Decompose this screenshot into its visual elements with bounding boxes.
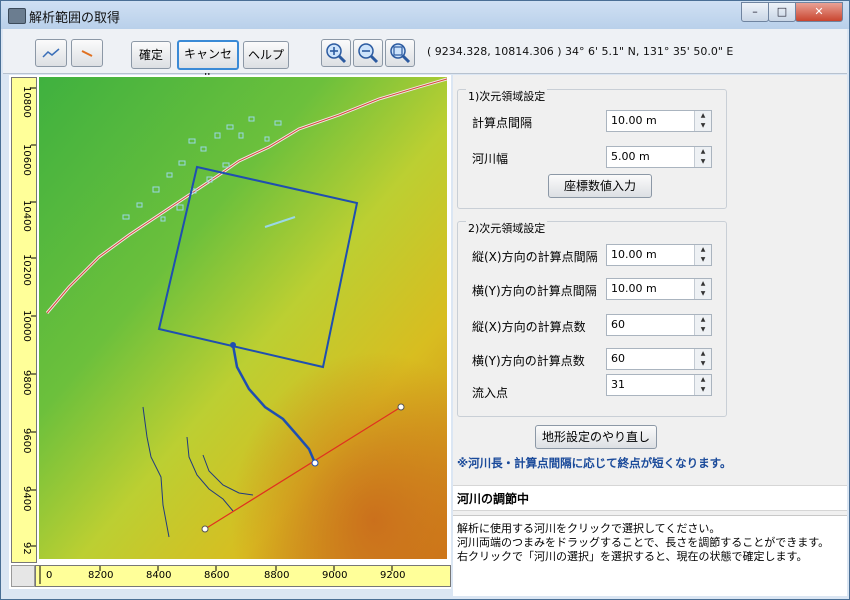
- help-text-box: 解析に使用する河川をクリックで選択してください。 河川両端のつまみをドラッグする…: [453, 515, 847, 596]
- spin-arrows-icon[interactable]: ▲ ▼: [694, 315, 711, 335]
- app-window: 解析範囲の取得 – □ ✕ 確定 キャンセル ヘルプ ( 9234.328, 1…: [0, 0, 850, 600]
- spin-arrows-icon[interactable]: ▲ ▼: [694, 279, 711, 299]
- zoom-in-icon: [326, 43, 347, 64]
- horizontal-ruler-ticks: [39, 566, 393, 584]
- zoom-out-button[interactable]: [353, 39, 383, 67]
- status-title-bar: 河川の調節中: [453, 485, 847, 511]
- y-count-spinbox[interactable]: 60 ▲ ▼: [606, 348, 712, 370]
- x-spacing-spinbox[interactable]: 10.00 m ▲ ▼: [606, 244, 712, 266]
- spacing-value: 10.00 m: [611, 114, 657, 127]
- inflow-label: 流入点: [472, 386, 509, 400]
- settings-panel: 1)次元領域設定 計算点間隔 10.00 m ▲ ▼ 河川幅 5.00 m ▲ ▼ …: [453, 75, 847, 596]
- title-bar: 解析範囲の取得 – □ ✕: [1, 1, 849, 29]
- app-icon: [8, 8, 26, 24]
- terrain-map[interactable]: [39, 77, 447, 559]
- close-button[interactable]: ✕: [795, 2, 843, 22]
- inflow-point[interactable]: [230, 342, 236, 348]
- status-title: 河川の調節中: [457, 492, 530, 506]
- help-line: 右クリックで「河川の選択」を選択すると、現在の状態で確定します。: [457, 550, 808, 563]
- zoom-in-button[interactable]: [321, 39, 351, 67]
- group-1d-title: 1)次元領域設定: [466, 88, 548, 104]
- x-count-value: 60: [611, 318, 625, 331]
- minimize-button[interactable]: –: [741, 2, 769, 22]
- help-button[interactable]: ヘルプ: [243, 41, 289, 69]
- width-value: 5.00 m: [611, 150, 650, 163]
- vertical-ruler-ticks: [31, 87, 36, 547]
- x-count-spinbox[interactable]: 60 ▲ ▼: [606, 314, 712, 336]
- spacing-spinbox[interactable]: 10.00 m ▲ ▼: [606, 110, 712, 132]
- y-spacing-value: 10.00 m: [611, 282, 657, 295]
- river-length-note: ※河川長・計算点間隔に応じて終点が短くなります。: [457, 456, 732, 470]
- group-1d-settings: 1)次元領域設定 計算点間隔 10.00 m ▲ ▼ 河川幅 5.00 m ▲ ▼ …: [457, 88, 727, 209]
- group-2d-title: 2)次元領域設定: [466, 220, 548, 236]
- inflow-value: 31: [611, 378, 625, 391]
- line-tool-button[interactable]: [35, 39, 67, 67]
- terrain-canvas: [39, 77, 447, 559]
- extent-end-handle[interactable]: [397, 403, 405, 411]
- inflow-spinbox[interactable]: 31 ▲ ▼: [606, 374, 712, 396]
- y-spacing-label: 横(Y)方向の計算点間隔: [472, 284, 597, 298]
- zoom-out-icon: [358, 43, 379, 64]
- river-tool-button[interactable]: [71, 39, 103, 67]
- coordinate-input-button[interactable]: 座標数値入力: [548, 174, 652, 198]
- y-count-value: 60: [611, 352, 625, 365]
- spin-arrows-icon[interactable]: ▲ ▼: [694, 111, 711, 131]
- x-spacing-value: 10.00 m: [611, 248, 657, 261]
- cancel-button[interactable]: キャンセル: [177, 40, 239, 85]
- spin-arrows-icon[interactable]: ▲ ▼: [694, 147, 711, 167]
- spin-arrows-icon[interactable]: ▲ ▼: [694, 245, 711, 265]
- x-count-label: 縦(X)方向の計算点数: [472, 320, 586, 334]
- spin-arrows-icon[interactable]: ▲ ▼: [694, 349, 711, 369]
- map-view: 10800 10600 10400 10200 10000 9800 9600 …: [9, 75, 451, 589]
- y-count-label: 横(Y)方向の計算点数: [472, 354, 585, 368]
- x-spacing-label: 縦(X)方向の計算点間隔: [472, 250, 598, 264]
- extent-start-handle[interactable]: [201, 525, 209, 533]
- ruler-corner: [11, 565, 35, 587]
- polyline-icon: [42, 48, 60, 58]
- elevation-highlight: [39, 77, 447, 559]
- y-spacing-spinbox[interactable]: 10.00 m ▲ ▼: [606, 278, 712, 300]
- spacing-label: 計算点間隔: [472, 116, 533, 130]
- width-label: 河川幅: [472, 152, 509, 166]
- zoom-fit-button[interactable]: [385, 39, 415, 67]
- spin-arrows-icon[interactable]: ▲ ▼: [694, 375, 711, 395]
- zoom-fit-icon: [390, 43, 411, 64]
- window-title: 解析範囲の取得: [29, 11, 121, 26]
- group-2d-settings: 2)次元領域設定 縦(X)方向の計算点間隔 10.00 m ▲ ▼ 横(Y)方向の…: [457, 220, 727, 417]
- redo-terrain-button[interactable]: 地形設定のやり直し: [535, 425, 657, 449]
- horizontal-ruler: 0 8200 8400 8600 8800 9000 9200: [35, 565, 451, 587]
- coordinate-readout: ( 9234.328, 10814.306 ) 34° 6' 5.1" N, 1…: [427, 45, 734, 58]
- width-spinbox[interactable]: 5.00 m ▲ ▼: [606, 146, 712, 168]
- maximize-button[interactable]: □: [768, 2, 796, 22]
- river-icon: [81, 50, 93, 57]
- river-end-handle[interactable]: [311, 459, 319, 467]
- vertical-ruler: 10800 10600 10400 10200 10000 9800 9600 …: [11, 77, 37, 563]
- confirm-button[interactable]: 確定: [131, 41, 171, 69]
